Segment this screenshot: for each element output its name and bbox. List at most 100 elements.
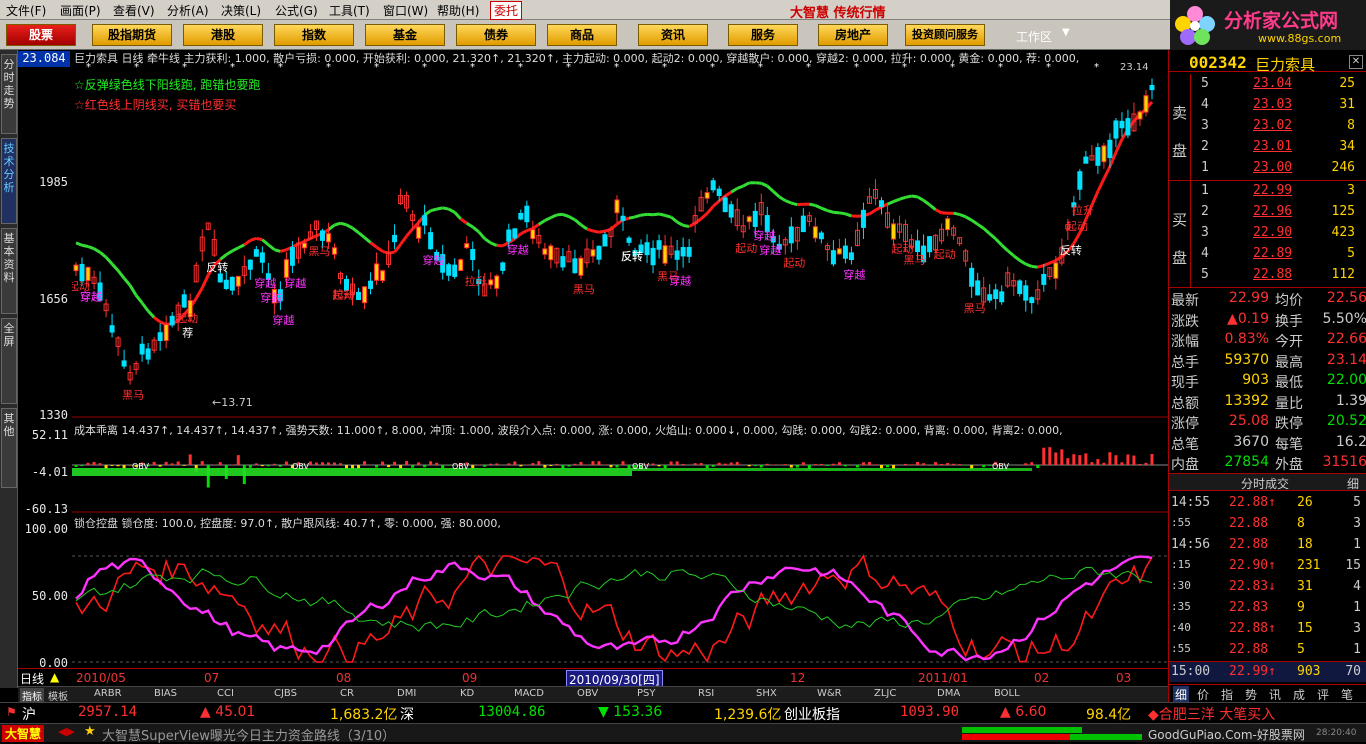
quote-tab[interactable]: 价 (1197, 686, 1209, 703)
menu-file[interactable]: 文件(F) (6, 2, 46, 19)
quote-tab[interactable]: 评 (1317, 686, 1329, 703)
indicator-tab[interactable]: BIAS (154, 688, 177, 699)
indicator-tab[interactable]: CR (340, 688, 354, 699)
ask-row[interactable]: 1 23.00 246 (1169, 158, 1366, 179)
menu-formula[interactable]: 公式(G) (275, 2, 318, 19)
bid-row[interactable]: 5 22.88 112 (1169, 265, 1366, 286)
quote-tab[interactable]: 势 (1245, 686, 1257, 703)
side-tab-fundamentals[interactable]: 基本资料 (1, 228, 17, 314)
menu-analysis[interactable]: 分析(A) (167, 2, 209, 19)
bid-price[interactable]: 22.90 (1253, 225, 1292, 240)
ask-price[interactable]: 23.01 (1253, 139, 1292, 154)
news-ticker-item[interactable]: ◆合肥三洋 大笔买入 (1148, 704, 1275, 724)
bid-price[interactable]: 22.96 (1253, 204, 1292, 219)
chevron-down-icon[interactable]: ▼ (1062, 27, 1070, 38)
workspace-label[interactable]: 工作区 (1016, 28, 1052, 45)
tab-services[interactable]: 服务 (728, 24, 798, 46)
indicator-tab[interactable]: ARBR (94, 688, 122, 699)
trend-line-segment (966, 217, 972, 220)
quote-tab[interactable]: 笔 (1341, 686, 1353, 703)
menu-trade-button[interactable]: 委托 (490, 1, 522, 20)
tick-row[interactable]: :55 22.88 5 1 (1169, 640, 1366, 661)
ask-price[interactable]: 23.04 (1253, 76, 1292, 91)
indicator-tab[interactable]: BOLL (994, 688, 1020, 699)
quote-tab[interactable]: 讯 (1269, 686, 1281, 703)
trend-line-segment (731, 188, 737, 192)
signal-tag: 黑马 (573, 283, 595, 296)
indicator-tab[interactable]: SHX (756, 688, 777, 699)
kline-chart-area[interactable]: 黑马拉升黑马黑马穿越穿越起动反转荐黑马反转穿越起动反转穿越拉升起动拉升穿越起动起… (72, 50, 1168, 668)
tab-bonds[interactable]: 债券 (456, 24, 536, 46)
tick-row[interactable]: :30 22.83↓ 31 4 (1169, 577, 1366, 598)
tab-indices[interactable]: 指数 (274, 24, 354, 46)
ask-row[interactable]: 4 23.03 31 (1169, 95, 1366, 116)
menu-help[interactable]: 帮助(H) (437, 2, 479, 19)
bid-price[interactable]: 22.88 (1253, 267, 1292, 282)
ask-row[interactable]: 5 23.04 25 (1169, 74, 1366, 95)
menu-view-pane[interactable]: 画面(P) (60, 2, 101, 19)
tick-row[interactable]: :35 22.83 9 1 (1169, 598, 1366, 619)
indicator-tab[interactable]: CCI (217, 688, 234, 699)
side-tab-other[interactable]: 其他 (1, 408, 17, 488)
tick-row[interactable]: 14:56 22.88 18 1 (1169, 535, 1366, 556)
tab-index-futures[interactable]: 股指期货 (92, 24, 172, 46)
bid-price[interactable]: 22.99 (1253, 183, 1292, 198)
ask-row[interactable]: 2 23.01 34 (1169, 137, 1366, 158)
ask-price[interactable]: 23.00 (1253, 160, 1292, 175)
indicator-tab[interactable]: KD (460, 688, 474, 699)
indicator-tab[interactable]: RSI (698, 688, 714, 699)
indicator-tab[interactable]: 模板 (48, 688, 68, 703)
bid-row[interactable]: 3 22.90 423 (1169, 223, 1366, 244)
indicator-tab[interactable]: CJBS (274, 688, 297, 699)
menu-window[interactable]: 窗口(W) (383, 2, 428, 19)
side-tab-intraday[interactable]: 分时走势 (1, 54, 17, 134)
tab-real-estate[interactable]: 房地产 (818, 24, 888, 46)
close-icon[interactable]: ✕ (1349, 55, 1363, 69)
bid-row[interactable]: 4 22.89 5 (1169, 244, 1366, 265)
marquee-text[interactable]: 大智慧SuperView曝光今日主力资金路线（3/10） (102, 725, 395, 744)
tab-stocks[interactable]: 股票 (6, 24, 76, 46)
tab-hk-stocks[interactable]: 港股 (183, 24, 263, 46)
ask-price[interactable]: 23.02 (1253, 118, 1292, 133)
ticks-detail-tab[interactable]: 细 (1347, 475, 1359, 492)
indicator-tab[interactable]: ZLJC (874, 688, 896, 699)
menu-tools[interactable]: 工具(T) (329, 2, 370, 19)
indicator-tab[interactable]: W&R (817, 688, 842, 699)
period-label[interactable]: 日线 (20, 670, 44, 687)
ask-price[interactable]: 23.03 (1253, 97, 1292, 112)
tick-row[interactable]: :40 22.88↑ 15 3 (1169, 619, 1366, 640)
app-name-badge[interactable]: 大智慧 (2, 725, 44, 742)
oscillator-bar (1144, 463, 1147, 465)
tick-row[interactable]: 14:55 22.88↑ 26 5 (1169, 493, 1366, 514)
bid-row[interactable]: 1 22.99 3 (1169, 181, 1366, 202)
quote-tab[interactable]: 细 (1173, 686, 1189, 703)
tab-advisory[interactable]: 投资顾问服务 (905, 24, 985, 46)
tick-time: :55 (1171, 642, 1191, 655)
side-tab-technical[interactable]: 技术分析 (1, 138, 17, 224)
tab-news[interactable]: 资讯 (638, 24, 708, 46)
tick-row[interactable]: :15 22.90↑ 231 15 (1169, 556, 1366, 577)
indicator-tab-active[interactable]: 指标 (20, 688, 44, 703)
side-tab-fullscreen[interactable]: 全屏 (1, 318, 17, 404)
indicator-tab[interactable]: PSY (637, 688, 656, 699)
menu-decision[interactable]: 决策(L) (221, 2, 261, 19)
bid-price[interactable]: 22.89 (1253, 246, 1292, 261)
tick-row[interactable]: :55 22.88 8 3 (1169, 514, 1366, 535)
quote-tab[interactable]: 指 (1221, 686, 1233, 703)
trend-line-segment (972, 220, 978, 224)
indicator-tab[interactable]: OBV (577, 688, 598, 699)
tab-commodities[interactable]: 商品 (547, 24, 617, 46)
tick-row[interactable]: 15:00 22.99↑ 903 70 (1169, 661, 1366, 682)
bid-row[interactable]: 2 22.96 125 (1169, 202, 1366, 223)
menu-view[interactable]: 查看(V) (113, 2, 155, 19)
oscillator-bar (543, 465, 546, 468)
trend-line-segment (563, 214, 569, 216)
indicator-tab[interactable]: DMA (937, 688, 960, 699)
ask-row[interactable]: 3 23.02 8 (1169, 116, 1366, 137)
indicator-tab[interactable]: MACD (514, 688, 544, 699)
quote-tab[interactable]: 成 (1293, 686, 1305, 703)
tab-funds[interactable]: 基金 (365, 24, 445, 46)
oscillator-bar (1066, 458, 1069, 465)
indicator-tab[interactable]: DMI (397, 688, 416, 699)
triangle-up-icon[interactable]: ▲ (50, 670, 59, 684)
